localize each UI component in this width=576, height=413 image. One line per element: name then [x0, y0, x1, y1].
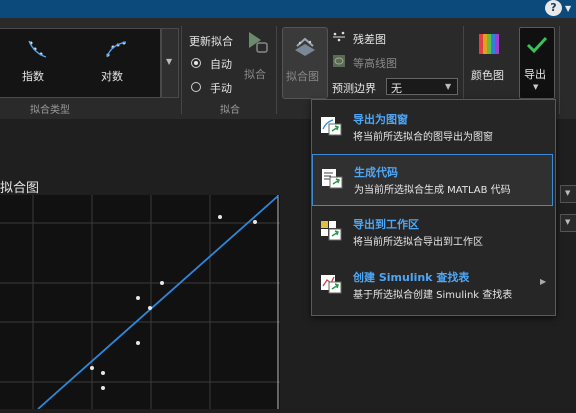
- surface-plot-icon: [295, 37, 315, 56]
- checkmark-icon: [526, 36, 548, 54]
- menu-item-desc: 将当前所选拟合导出到工作区: [353, 237, 483, 248]
- data-point: [253, 220, 257, 224]
- menu-item-export-workspace[interactable]: 导出到工作区 将当前所选拟合导出到工作区: [312, 207, 553, 259]
- gallery-item-exponential[interactable]: 指数: [6, 35, 66, 87]
- help-dropdown-icon[interactable]: ▼: [565, 4, 571, 13]
- gallery-item-label: 指数: [22, 70, 44, 83]
- chevron-down-icon: ▼: [565, 218, 571, 226]
- data-point: [148, 306, 152, 310]
- fit-plot-label: 拟合图: [286, 70, 319, 83]
- generate-code-icon: [322, 169, 343, 189]
- menu-item-title: 导出到工作区: [353, 218, 419, 231]
- export-button[interactable]: 导出 ▼: [519, 27, 555, 99]
- exponential-fit-icon: [28, 40, 47, 58]
- menu-item-simulink-lookup[interactable]: 创建 Simulink 查找表 基于所选拟合创建 Simulink 查找表 ▶: [312, 260, 553, 312]
- ribbon-divider: [276, 26, 277, 114]
- submenu-arrow-icon: ▶: [540, 277, 547, 286]
- color-map-button[interactable]: 颜色图: [468, 30, 510, 90]
- contour-button[interactable]: 等高线图: [332, 54, 412, 70]
- color-map-label: 颜色图: [471, 69, 504, 82]
- menu-item-title: 生成代码: [354, 166, 398, 179]
- right-dropdown[interactable]: ▼: [560, 185, 576, 203]
- data-point: [218, 215, 222, 219]
- plot-axes[interactable]: [0, 195, 280, 410]
- fit-plot-button[interactable]: 拟合图: [282, 27, 328, 99]
- auto-radio-label[interactable]: 自动: [210, 56, 232, 72]
- manual-radio-label[interactable]: 手动: [210, 80, 232, 96]
- menu-item-export-figure[interactable]: 导出为图窗 将当前所选拟合的图导出为图窗: [312, 102, 553, 154]
- prediction-bounds-label: 预测边界: [332, 82, 376, 95]
- simulink-lookup-icon: [321, 275, 342, 294]
- group-label-fit: 拟合: [220, 105, 240, 116]
- data-point: [136, 341, 140, 345]
- manual-radio[interactable]: [191, 82, 201, 92]
- contour-label: 等高线图: [353, 57, 397, 70]
- menu-item-title: 创建 Simulink 查找表: [353, 271, 470, 284]
- chevron-down-icon: ▼: [166, 57, 173, 66]
- logarithmic-fit-icon: [106, 41, 127, 58]
- fit-button-label: 拟合: [244, 68, 266, 81]
- play-fit-icon: [249, 32, 268, 53]
- export-figure-icon: [321, 117, 342, 136]
- title-bar: [0, 0, 576, 18]
- gallery-item-logarithmic[interactable]: 对数: [86, 35, 146, 87]
- menu-item-desc: 将当前所选拟合的图导出为图窗: [353, 132, 493, 143]
- chevron-down-icon: ▼: [445, 82, 452, 91]
- menu-item-desc: 为当前所选拟合生成 MATLAB 代码: [354, 185, 511, 196]
- data-point: [101, 371, 105, 375]
- color-map-icon: [479, 34, 499, 54]
- menu-item-title: 导出为图窗: [353, 113, 408, 126]
- data-point: [101, 386, 105, 390]
- grid: [0, 195, 280, 409]
- gallery-item-label: 对数: [101, 70, 123, 83]
- ribbon-divider: [181, 26, 182, 114]
- auto-radio[interactable]: [191, 58, 201, 68]
- chevron-down-icon: ▼: [565, 189, 571, 197]
- plot-canvas: [0, 195, 280, 410]
- data-point: [136, 296, 140, 300]
- prediction-bounds-select[interactable]: 无 ▼: [386, 78, 458, 95]
- menu-item-desc: 基于所选拟合创建 Simulink 查找表: [353, 290, 513, 301]
- contour-icon: [333, 55, 345, 67]
- data-point: [90, 366, 94, 370]
- export-menu: 导出为图窗 将当前所选拟合的图导出为图窗 生成代码 为当前所选拟合生成 MATL…: [311, 99, 556, 316]
- fit-line: [37, 195, 279, 410]
- fit-button[interactable]: 拟合: [242, 30, 272, 82]
- export-workspace-icon: [321, 221, 342, 241]
- ribbon-divider: [559, 26, 560, 114]
- plot-title: 拟合图: [0, 181, 40, 196]
- right-dropdown[interactable]: ▼: [560, 214, 576, 232]
- residuals-button[interactable]: 残差图: [332, 30, 402, 46]
- right-panel: [556, 119, 576, 409]
- group-label-fit-type: 拟合类型: [30, 105, 70, 116]
- menu-item-generate-code[interactable]: 生成代码 为当前所选拟合生成 MATLAB 代码: [312, 154, 553, 206]
- fit-type-gallery: 指数 对数: [0, 28, 161, 98]
- residuals-icon: [333, 31, 345, 42]
- export-label: 导出: [524, 68, 546, 81]
- data-point: [160, 281, 164, 285]
- update-fit-label: 更新拟合: [189, 35, 233, 48]
- prediction-bounds-value: 无: [391, 82, 402, 95]
- chevron-down-icon: ▼: [533, 83, 539, 91]
- residuals-label: 残差图: [353, 33, 386, 46]
- gallery-more-button[interactable]: ▼: [161, 28, 179, 98]
- help-icon[interactable]: ?: [545, 0, 562, 16]
